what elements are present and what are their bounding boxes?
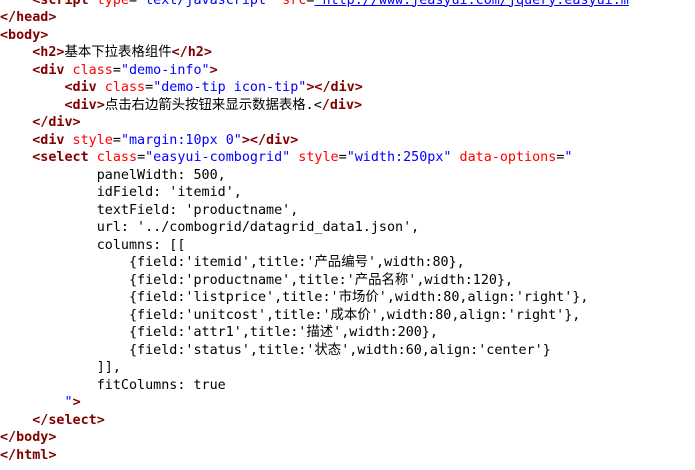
code-line[interactable]: panelWidth: 500, — [0, 167, 226, 185]
code-line[interactable]: fitColumns: true — [0, 377, 226, 395]
code-text: 基本下拉表格组件 — [64, 45, 172, 60]
code-string: "demo-tip icon-tip" — [153, 80, 307, 95]
code-link: "http://www.jeasyui.com/jquery.easyui.m — [314, 0, 629, 8]
code-line[interactable]: textField: 'productname', — [0, 202, 299, 220]
code-line[interactable]: </body> — [0, 429, 56, 447]
code-text: idField: 'itemid', — [0, 185, 242, 200]
code-string: "easyui-combogrid" — [145, 150, 291, 165]
code-attribute: type — [88, 0, 129, 8]
code-attribute: src — [274, 0, 307, 8]
code-line[interactable]: <script type="text/javascript" src="http… — [0, 0, 629, 9]
code-line[interactable]: </head> — [0, 9, 56, 27]
code-line[interactable]: {field:'attr1',title:'描述',width:200}, — [0, 324, 438, 342]
code-text: url: '../combogrid/datagrid_data1.json', — [0, 220, 420, 235]
code-line[interactable]: columns: [[ — [0, 237, 186, 255]
code-line[interactable]: <div style="margin:10px 0"></div> — [0, 132, 298, 150]
code-tag: </h2> — [171, 45, 212, 60]
code-text: {field:'itemid',title:'产品编号',width:80}, — [0, 255, 465, 270]
code-attribute: style — [290, 150, 339, 165]
code-line[interactable]: {field:'itemid',title:'产品编号',width:80}, — [0, 254, 465, 272]
code-text: panelWidth: 500, — [0, 167, 226, 183]
code-text: = — [145, 80, 154, 95]
code-text: {field:'listprice',title:'市场价',width:80,… — [0, 290, 589, 305]
code-line[interactable]: <body> — [0, 27, 48, 45]
code-string: "margin:10px 0" — [120, 132, 242, 148]
code-line[interactable]: <h2>基本下拉表格组件</h2> — [0, 44, 212, 62]
code-text: ]], — [0, 360, 121, 375]
code-line[interactable]: "> — [0, 394, 81, 412]
code-line[interactable]: </html> — [0, 447, 56, 465]
code-attribute: data-options — [451, 150, 557, 165]
code-tag: </html> — [0, 447, 57, 463]
code-text: {field:'productname',title:'产品名称',width:… — [0, 272, 514, 288]
code-text: = — [112, 62, 121, 78]
code-string: " — [564, 150, 573, 165]
code-tag: </div> — [32, 115, 81, 130]
code-text: {field:'unitcost',title:'成本价',width:80,a… — [0, 307, 581, 323]
code-text: = — [338, 150, 347, 165]
code-line[interactable]: <div>点击右边箭头按钮来显示数据表格.</div> — [0, 97, 363, 115]
code-line[interactable]: </select> — [0, 412, 105, 430]
code-attribute: class — [64, 62, 113, 78]
code-text: columns: [[ — [0, 237, 186, 253]
code-line[interactable]: url: '../combogrid/datagrid_data1.json', — [0, 219, 419, 237]
code-text: textField: 'productname', — [0, 202, 299, 218]
code-text: = — [129, 0, 138, 8]
code-line[interactable]: {field:'listprice',title:'市场价',width:80,… — [0, 289, 588, 307]
code-text: {field:'status',title:'状态',width:60,alig… — [0, 342, 551, 358]
code-attribute: style — [64, 132, 113, 148]
code-line[interactable]: idField: 'itemid', — [0, 184, 242, 202]
code-tag: <script — [32, 0, 89, 8]
code-line[interactable]: ]], — [0, 359, 121, 377]
code-tag: <h2> — [32, 45, 65, 60]
code-tag: <div — [32, 132, 65, 148]
code-string: " — [64, 395, 73, 410]
code-text: = — [112, 132, 121, 148]
code-line[interactable]: {field:'unitcost',title:'成本价',width:80,a… — [0, 307, 580, 325]
code-line[interactable]: {field:'productname',title:'产品名称',width:… — [0, 272, 513, 290]
code-editor[interactable]: <script type="text/javascript" src="http… — [0, 0, 695, 470]
code-string: "width:250px" — [346, 150, 452, 165]
code-line[interactable]: <div class="demo-tip icon-tip"></div> — [0, 79, 363, 97]
code-tag: </body> — [0, 430, 57, 445]
code-tag: <select — [32, 150, 89, 165]
code-tag: </head> — [0, 10, 57, 25]
code-line[interactable]: <div class="demo-info"> — [0, 62, 218, 80]
code-tag: <body> — [0, 27, 49, 43]
code-string: "demo-info" — [120, 62, 210, 78]
code-tag: </select> — [32, 412, 105, 428]
code-tag: /div> — [321, 97, 363, 113]
code-tag: ></div> — [306, 80, 363, 95]
code-attribute: class — [96, 80, 146, 95]
code-tag: > — [72, 395, 81, 410]
code-attribute: class — [88, 150, 138, 165]
code-tag: > — [209, 62, 218, 78]
code-text: fitColumns: true — [0, 377, 226, 393]
code-line[interactable]: </div> — [0, 114, 81, 132]
code-tag: <div> — [64, 97, 105, 113]
code-line[interactable]: {field:'status',title:'状态',width:60,alig… — [0, 342, 551, 360]
code-text: 点击右边箭头按钮来显示数据表格.< — [104, 97, 322, 113]
code-tag: <div — [64, 80, 97, 95]
code-text: = — [137, 150, 146, 165]
code-text: {field:'attr1',title:'描述',width:200}, — [0, 325, 438, 340]
code-string: "text/javascript" — [137, 0, 275, 8]
code-line[interactable]: <select class="easyui-combogrid" style="… — [0, 149, 572, 167]
code-tag: <div — [32, 62, 65, 78]
code-tag: ></div> — [241, 132, 299, 148]
